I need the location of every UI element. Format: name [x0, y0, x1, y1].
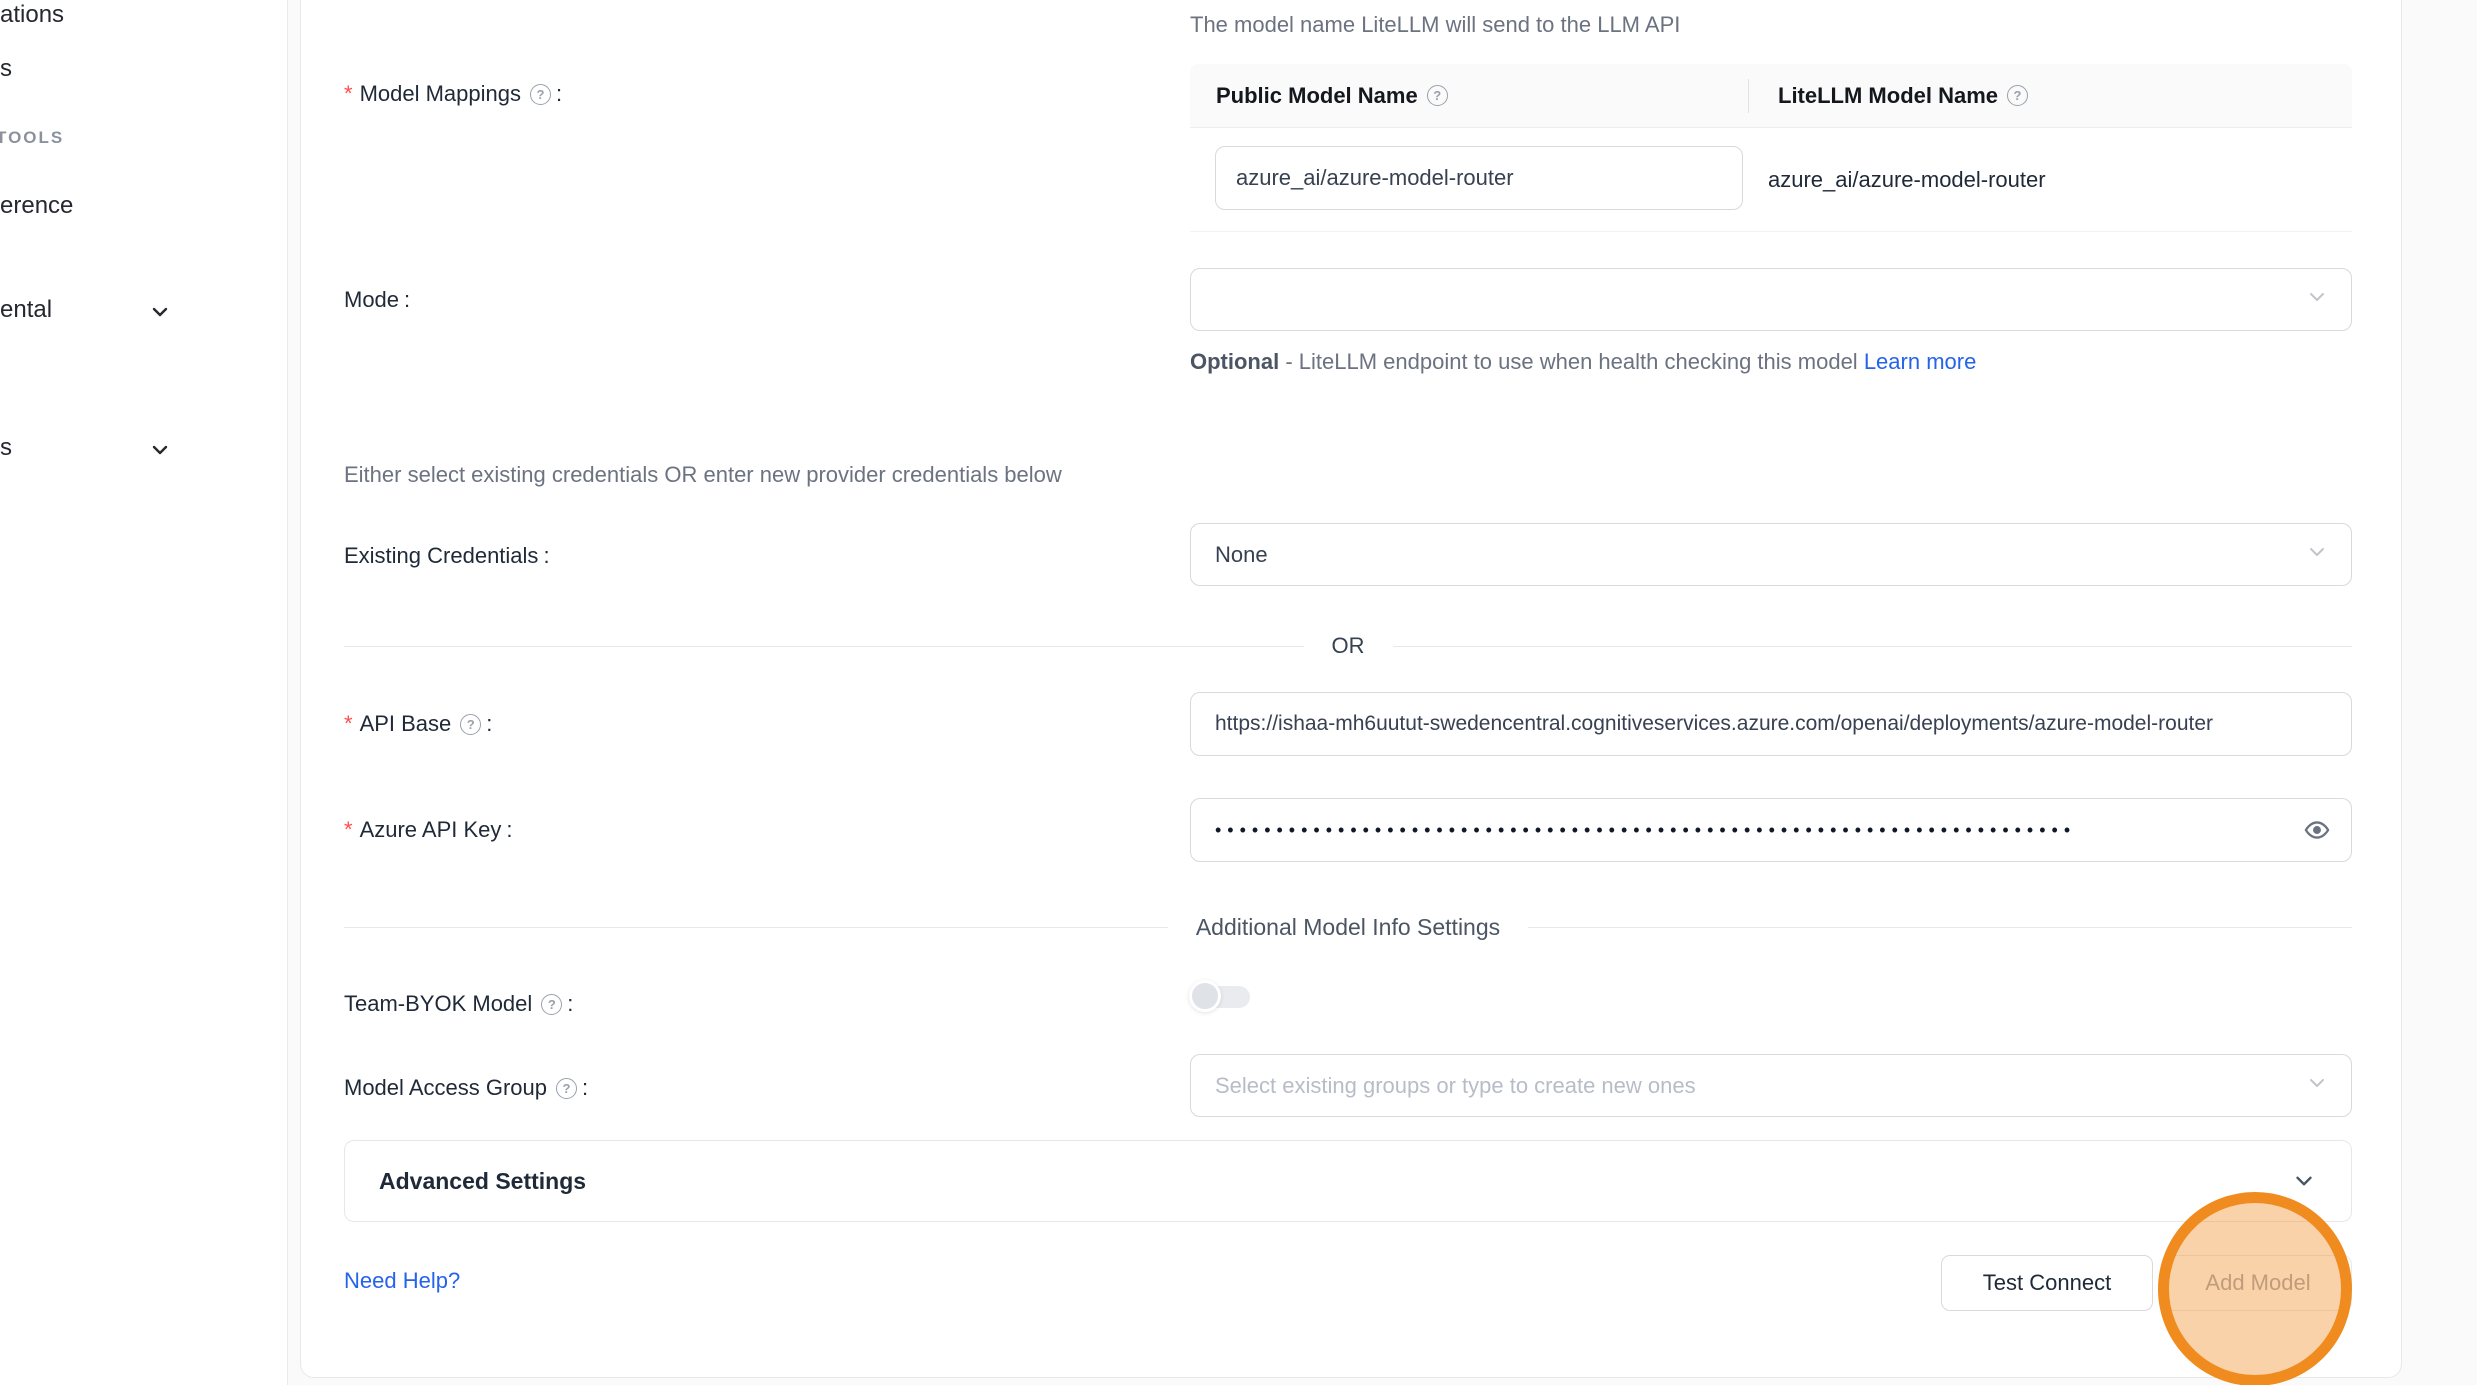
test-connect-button[interactable]: Test Connect — [1941, 1255, 2153, 1311]
question-circle-icon[interactable]: ? — [541, 994, 562, 1015]
model-mappings-table: Public Model Name ? LiteLLM Model Name ?… — [1190, 64, 2352, 232]
sidebar-item-label: ations — [0, 1, 64, 29]
mode-select[interactable] — [1190, 268, 2352, 331]
or-divider-text: OR — [1332, 633, 1365, 659]
azure-api-key-input[interactable]: ••••••••••••••••••••••••••••••••••••••••… — [1190, 798, 2352, 862]
need-help-link[interactable]: Need Help? — [344, 1268, 460, 1294]
sidebar-item-label: erence — [0, 192, 73, 220]
sidebar-item-truncated-5[interactable]: s — [0, 434, 12, 462]
existing-credentials-label: Existing Credentials : — [344, 540, 550, 572]
mode-label: Mode : — [344, 284, 410, 316]
team-byok-label: Team-BYOK Model ? : — [344, 988, 573, 1020]
sidebar-item-truncated-1[interactable]: ations — [0, 1, 64, 29]
masked-key-value: ••••••••••••••••••••••••••••••••••••••••… — [1215, 820, 2076, 841]
sidebar-item-truncated-3[interactable]: erence — [0, 192, 73, 220]
model-mappings-table-header: Public Model Name ? LiteLLM Model Name ? — [1190, 64, 2352, 128]
model-access-group-placeholder: Select existing groups or type to create… — [1215, 1073, 1696, 1099]
sidebar-item-truncated-4[interactable]: ental — [0, 296, 52, 324]
additional-settings-divider: Additional Model Info Settings — [344, 912, 2352, 942]
existing-credentials-value: None — [1215, 542, 1268, 568]
add-model-screen: ations s TOOLS erence ental s The model … — [0, 0, 2477, 1385]
mode-help-text: Optional - LiteLLM endpoint to use when … — [1190, 342, 2070, 382]
header-public-model-name: Public Model Name ? — [1190, 83, 1748, 109]
question-circle-icon[interactable]: ? — [460, 714, 481, 735]
chevron-down-icon — [2291, 1168, 2317, 1194]
toggle-knob — [1189, 980, 1221, 1012]
or-divider: OR — [344, 631, 2352, 661]
question-circle-icon[interactable]: ? — [2007, 85, 2028, 106]
api-base-input[interactable] — [1190, 692, 2352, 756]
advanced-settings-title: Advanced Settings — [379, 1168, 2291, 1195]
eye-icon[interactable] — [2303, 816, 2331, 844]
existing-credentials-select[interactable]: None — [1190, 523, 2352, 586]
divider-line — [344, 646, 1304, 647]
litellm-model-name-help-text: The model name LiteLLM will send to the … — [1190, 12, 1680, 38]
chevron-down-icon — [148, 300, 172, 329]
header-litellm-model-name: LiteLLM Model Name ? — [1748, 83, 2028, 109]
table-row: azure_ai/azure-model-router — [1190, 128, 2352, 232]
chevron-down-icon — [148, 438, 172, 467]
question-circle-icon[interactable]: ? — [1427, 85, 1448, 106]
additional-settings-divider-text: Additional Model Info Settings — [1196, 914, 1500, 941]
team-byok-toggle[interactable] — [1189, 980, 1253, 1014]
divider-line — [1393, 646, 2353, 647]
learn-more-link[interactable]: Learn more — [1864, 349, 1977, 374]
api-base-label: * API Base ? : — [344, 708, 492, 740]
divider-line — [344, 927, 1168, 928]
question-circle-icon[interactable]: ? — [530, 84, 551, 105]
required-asterisk: * — [344, 81, 353, 107]
sidebar-section-tools: TOOLS — [0, 128, 64, 148]
model-access-group-label: Model Access Group ? : — [344, 1072, 588, 1104]
question-circle-icon[interactable]: ? — [556, 1078, 577, 1099]
column-divider — [1748, 79, 1749, 113]
public-model-name-input[interactable] — [1215, 146, 1743, 210]
credentials-note: Either select existing credentials OR en… — [344, 462, 1062, 488]
sidebar-item-truncated-2[interactable]: s — [0, 55, 12, 83]
divider-line — [1528, 927, 2352, 928]
add-model-button[interactable]: Add Model — [2164, 1255, 2352, 1311]
optional-bold: Optional — [1190, 349, 1279, 374]
chevron-down-icon — [2305, 285, 2329, 315]
sidebar-item-label: ental — [0, 296, 52, 324]
chevron-down-icon — [2305, 1071, 2329, 1101]
chevron-down-icon — [2305, 540, 2329, 570]
sidebar-item-label: s — [0, 434, 12, 462]
azure-api-key-label: * Azure API Key : — [344, 814, 513, 846]
model-access-group-select[interactable]: Select existing groups or type to create… — [1190, 1054, 2352, 1117]
litellm-model-name-value: azure_ai/azure-model-router — [1768, 128, 2046, 232]
sidebar-item-label: s — [0, 55, 12, 83]
required-asterisk: * — [344, 711, 353, 737]
sidebar: ations s TOOLS erence ental s — [0, 0, 288, 1385]
advanced-settings-header[interactable]: Advanced Settings — [344, 1140, 2352, 1222]
required-asterisk: * — [344, 817, 353, 843]
model-mappings-label: * Model Mappings ? : — [344, 78, 562, 110]
